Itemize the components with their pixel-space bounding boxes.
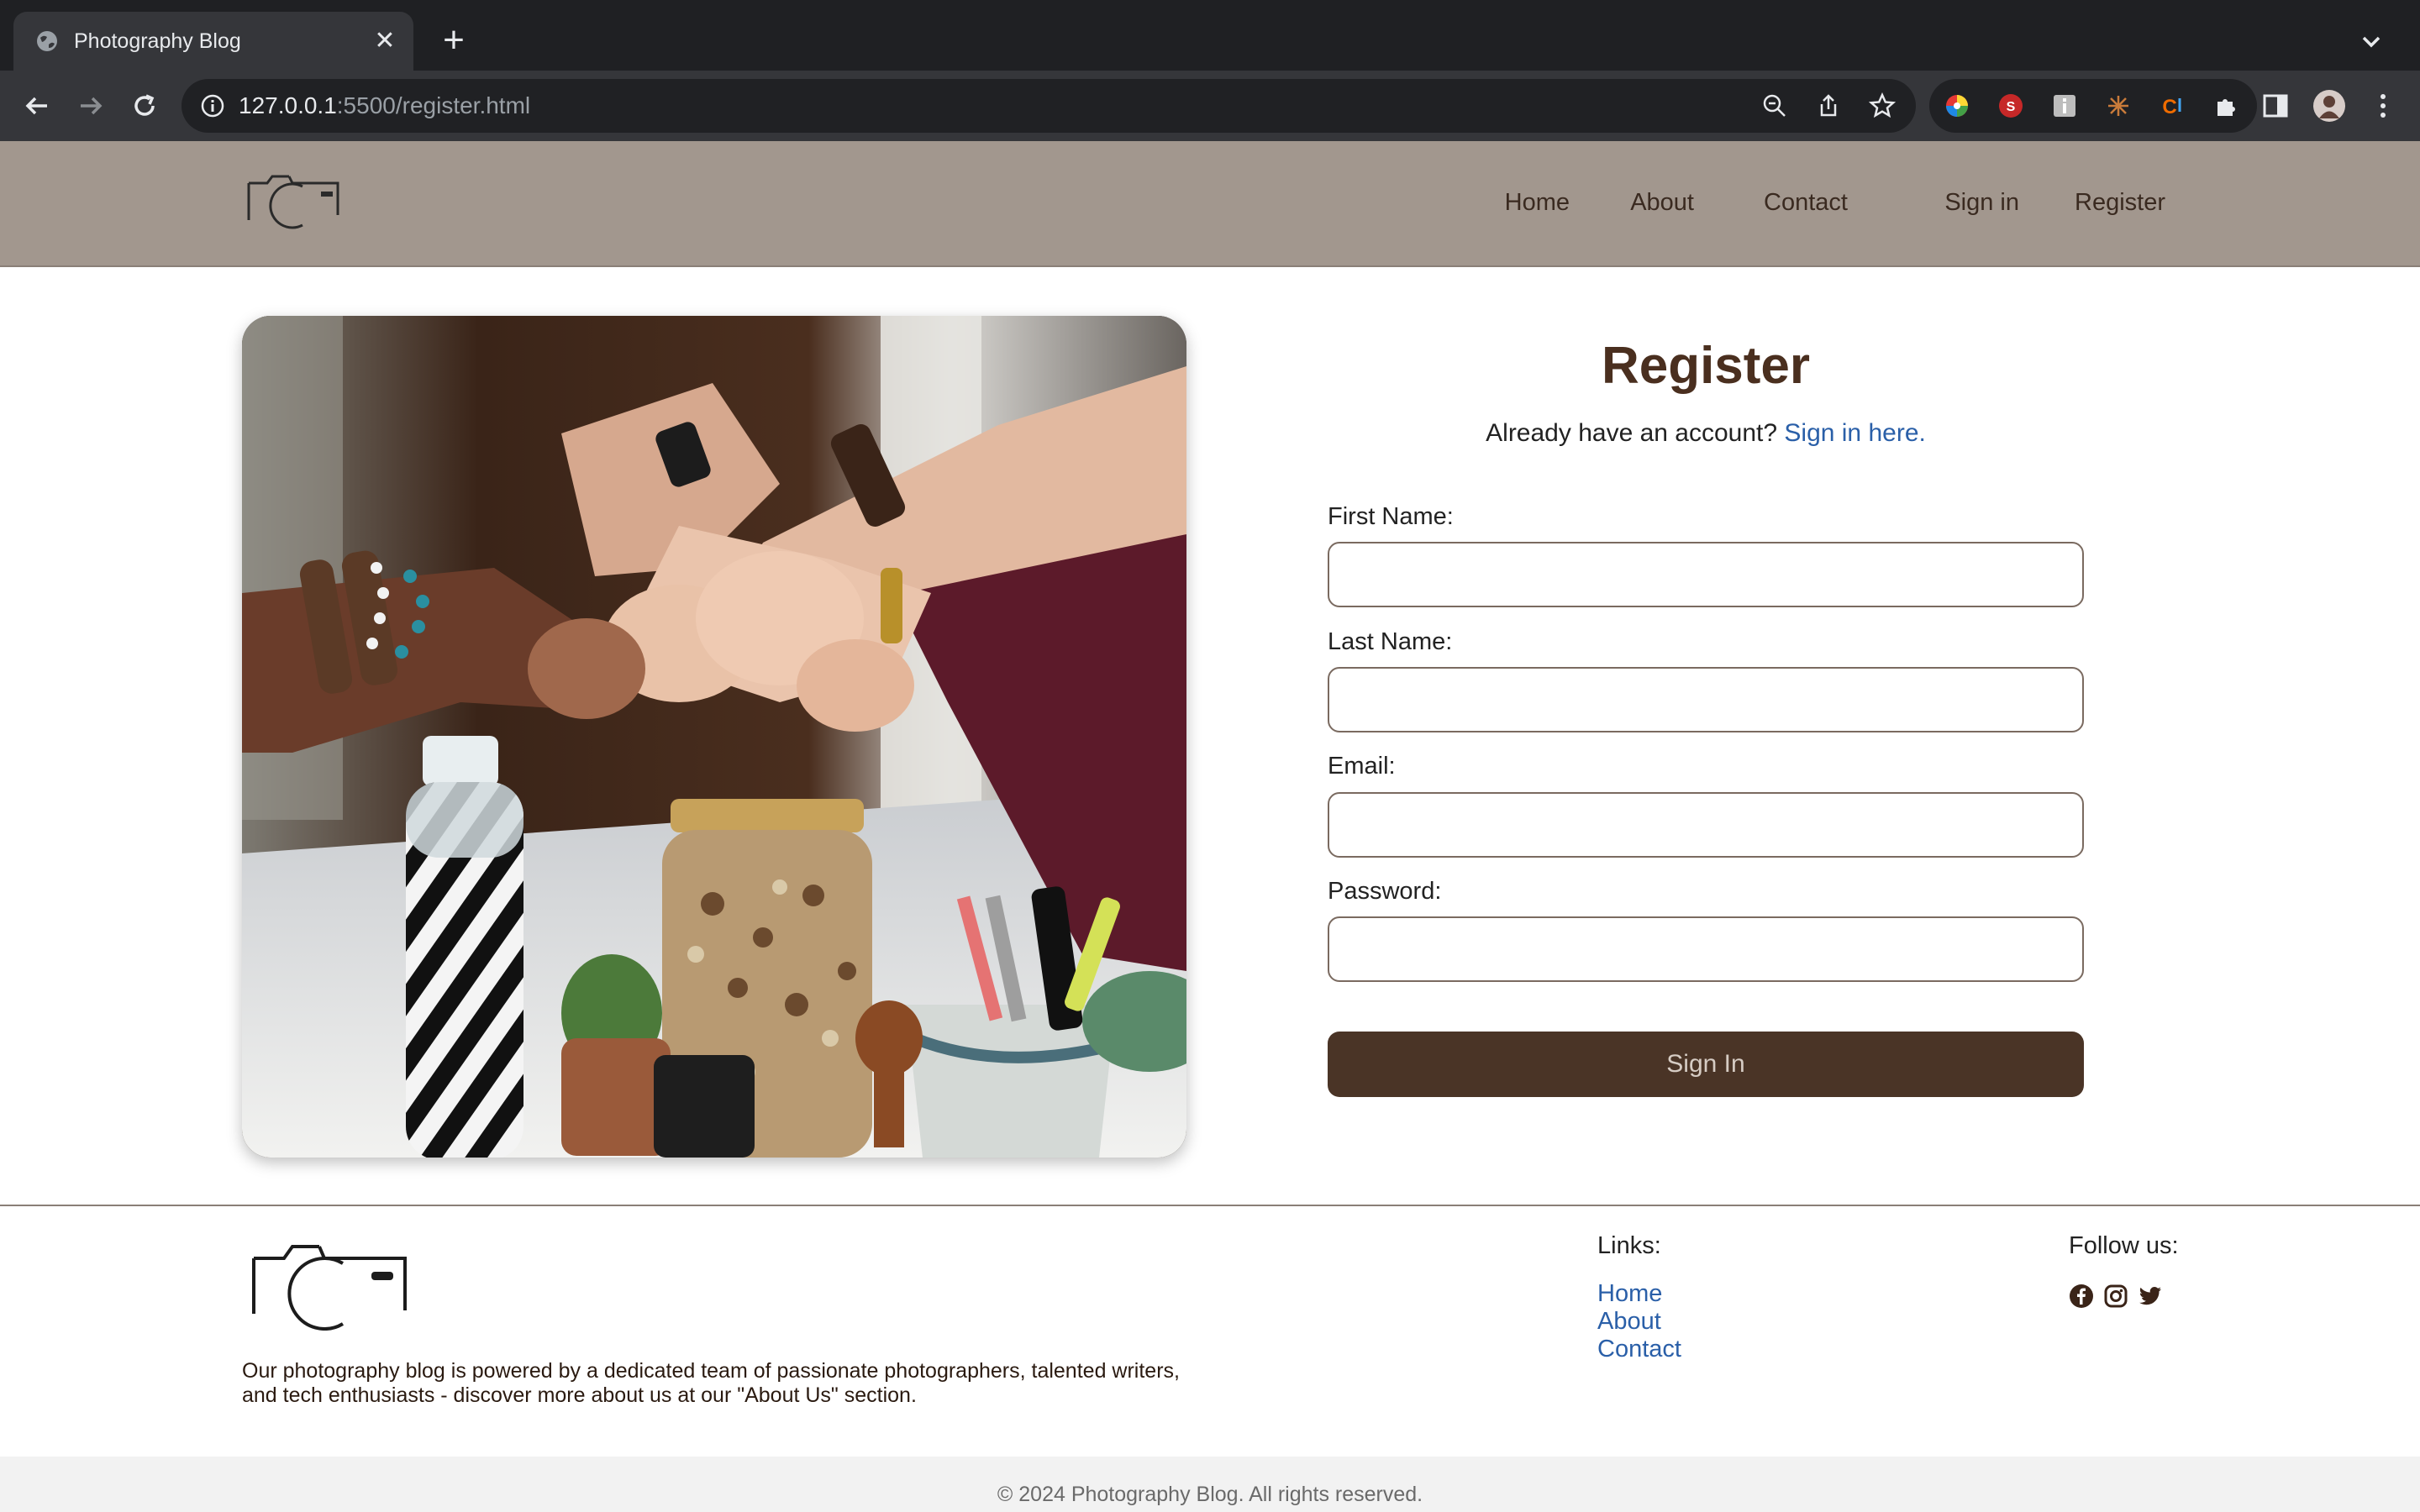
last-name-label: Last Name: <box>1328 628 1453 655</box>
site-header: Home About Contact Sign in Register <box>0 141 2420 267</box>
camera-logo-icon[interactable] <box>244 168 345 232</box>
css-extension-icon[interactable] <box>2106 93 2131 118</box>
footer-link-contact[interactable]: Contact <box>1597 1336 1681 1363</box>
zoom-out-icon[interactable] <box>1761 92 1788 119</box>
already-account-text: Already have an account? Sign in here. <box>1328 418 2084 449</box>
profile-avatar[interactable] <box>2312 89 2346 123</box>
extensions-puzzle-icon[interactable] <box>2213 93 2238 118</box>
extensions-area: S C <box>1929 79 2257 133</box>
new-tab-button[interactable]: + <box>437 22 471 59</box>
side-panel-icon[interactable] <box>2259 89 2292 123</box>
footer-link-about[interactable]: About <box>1597 1308 1661 1336</box>
sign-in-here-link[interactable]: Sign in here. <box>1784 419 1925 447</box>
footer-link-home[interactable]: Home <box>1597 1280 1662 1308</box>
sign-in-button[interactable]: Sign In <box>1328 1032 2084 1097</box>
nav-contact[interactable]: Contact <box>1764 188 1848 217</box>
reload-icon[interactable] <box>128 89 161 123</box>
first-name-label: First Name: <box>1328 503 1454 530</box>
follow-us-heading: Follow us: <box>2069 1232 2179 1259</box>
footer-about-line-2: and tech enthusiasts - discover more abo… <box>242 1383 917 1407</box>
links-heading: Links: <box>1597 1232 1661 1259</box>
site-info-icon[interactable] <box>200 93 225 118</box>
browser-toolbar: 127.0.0.1:5500/register.html S C <box>0 71 2420 141</box>
browser-menu-icon[interactable] <box>2366 89 2400 123</box>
forward-arrow-icon[interactable] <box>74 89 108 123</box>
site-footer: Our photography blog is powered by a ded… <box>0 1205 2420 1457</box>
nav-sign-in[interactable]: Sign in <box>1944 188 2019 217</box>
hero-image <box>242 316 1186 1158</box>
nav-register[interactable]: Register <box>2075 188 2165 217</box>
facebook-icon[interactable] <box>2069 1284 2094 1309</box>
color-picker-extension-icon[interactable] <box>1944 93 1970 118</box>
last-name-input[interactable] <box>1328 667 2084 732</box>
register-title: Register <box>1601 337 1811 395</box>
svg-text:S: S <box>2007 100 2016 114</box>
fist-bump-photo <box>242 316 1186 1158</box>
seo-extension-icon[interactable]: S <box>1998 93 2023 118</box>
footer-about-line-1: Our photography blog is powered by a ded… <box>242 1359 1180 1383</box>
email-input[interactable] <box>1328 792 2084 858</box>
url-host: 127.0.0.1 <box>239 92 337 118</box>
instagram-icon[interactable] <box>2103 1284 2128 1309</box>
url-text[interactable]: 127.0.0.1:5500/register.html <box>239 93 530 118</box>
email-label: Email: <box>1328 753 1396 780</box>
tab-search-chevron-icon[interactable] <box>2356 27 2386 57</box>
already-account-label: Already have an account? <box>1486 419 1778 447</box>
c-extension-icon[interactable]: C <box>2160 93 2185 118</box>
browser-tab[interactable]: Photography Blog ✕ <box>13 12 413 71</box>
back-arrow-icon[interactable] <box>20 89 54 123</box>
bookmark-star-icon[interactable] <box>1869 92 1896 119</box>
globe-icon <box>37 31 57 51</box>
copyright-bar: © 2024 Photography Blog. All rights rese… <box>0 1457 2420 1512</box>
password-input[interactable] <box>1328 916 2084 982</box>
first-name-input[interactable] <box>1328 542 2084 607</box>
footer-about-text: Our photography blog is powered by a ded… <box>242 1359 1217 1408</box>
tab-close-icon[interactable]: ✕ <box>371 28 398 55</box>
copyright-text: © 2024 Photography Blog. All rights rese… <box>997 1483 1423 1506</box>
tab-title: Photography Blog <box>74 29 241 53</box>
url-path: :5500/register.html <box>336 92 531 118</box>
footer-camera-logo-icon <box>252 1245 407 1331</box>
info-extension-icon[interactable] <box>2052 93 2077 118</box>
twitter-icon[interactable] <box>2138 1284 2163 1309</box>
nav-about[interactable]: About <box>1630 188 1694 217</box>
nav-home[interactable]: Home <box>1505 188 1570 217</box>
address-bar[interactable]: 127.0.0.1:5500/register.html <box>182 79 1916 133</box>
password-label: Password: <box>1328 878 1442 905</box>
share-icon[interactable] <box>1815 92 1842 119</box>
svg-text:C: C <box>2162 96 2176 118</box>
browser-tab-strip: Photography Blog ✕ + <box>0 0 2420 71</box>
